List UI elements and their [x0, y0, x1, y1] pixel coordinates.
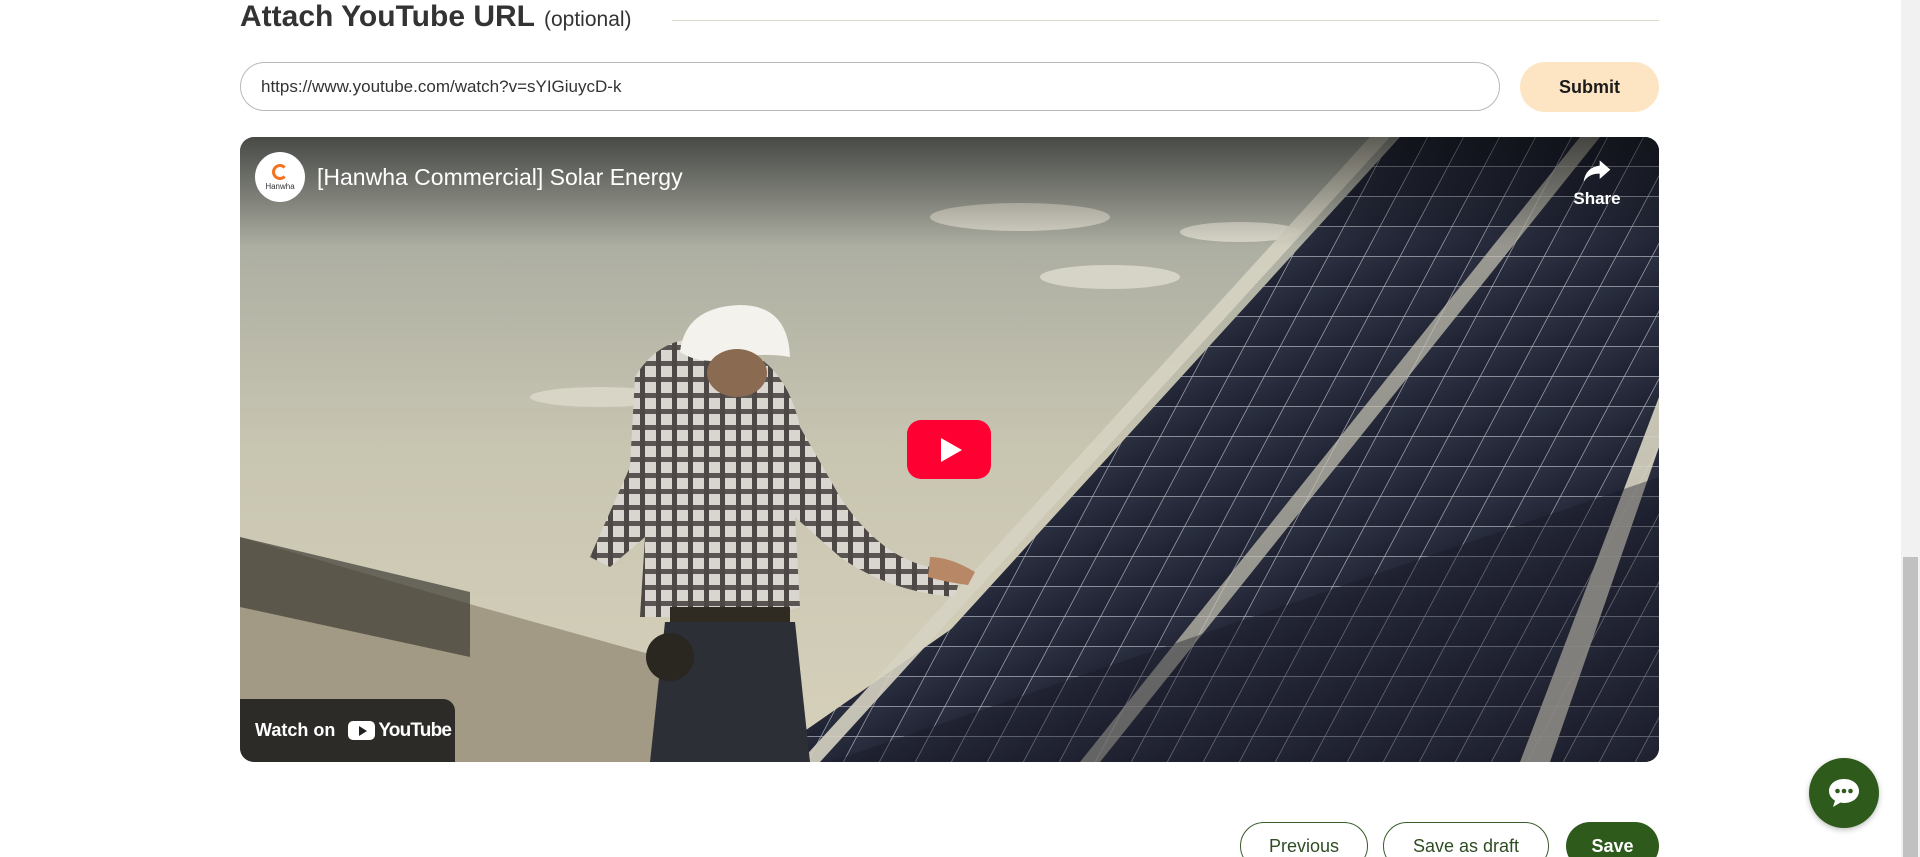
- channel-avatar[interactable]: Hanwha: [255, 152, 305, 202]
- play-icon: [941, 437, 962, 462]
- youtube-url-input[interactable]: [240, 62, 1500, 111]
- play-button[interactable]: [907, 420, 991, 479]
- youtube-embed[interactable]: Hanwha [Hanwha Commercial] Solar Energy …: [240, 137, 1659, 762]
- video-title[interactable]: [Hanwha Commercial] Solar Energy: [317, 164, 683, 191]
- youtube-wordmark: YouTube: [378, 719, 452, 741]
- section-header: Attach YouTube URL (optional): [240, 0, 1659, 34]
- hanwha-logo-icon: [272, 163, 288, 180]
- section-optional-note: (optional): [544, 8, 632, 31]
- section-title: Attach YouTube URL: [240, 0, 535, 33]
- previous-button[interactable]: Previous: [1240, 822, 1368, 857]
- page: Attach YouTube URL (optional) Submit: [0, 0, 1920, 857]
- chat-button[interactable]: [1809, 758, 1879, 828]
- share-button[interactable]: Share: [1567, 155, 1627, 215]
- save-button[interactable]: Save: [1566, 822, 1659, 857]
- chat-bubble-icon: [1829, 779, 1859, 807]
- scrollbar-thumb[interactable]: [1903, 557, 1918, 857]
- video-top-gradient: [240, 137, 1659, 247]
- youtube-logo: YouTube: [348, 719, 452, 742]
- section-divider: [671, 19, 1659, 21]
- watch-on-youtube-link[interactable]: Watch on YouTube: [240, 699, 455, 762]
- share-arrow-icon: [1583, 160, 1611, 182]
- submit-button[interactable]: Submit: [1520, 62, 1659, 112]
- channel-brand: Hanwha: [265, 181, 295, 191]
- share-label: Share: [1573, 189, 1621, 208]
- save-as-draft-button[interactable]: Save as draft: [1383, 822, 1549, 857]
- watch-on-label: Watch on: [255, 720, 336, 740]
- youtube-play-icon: [348, 721, 376, 740]
